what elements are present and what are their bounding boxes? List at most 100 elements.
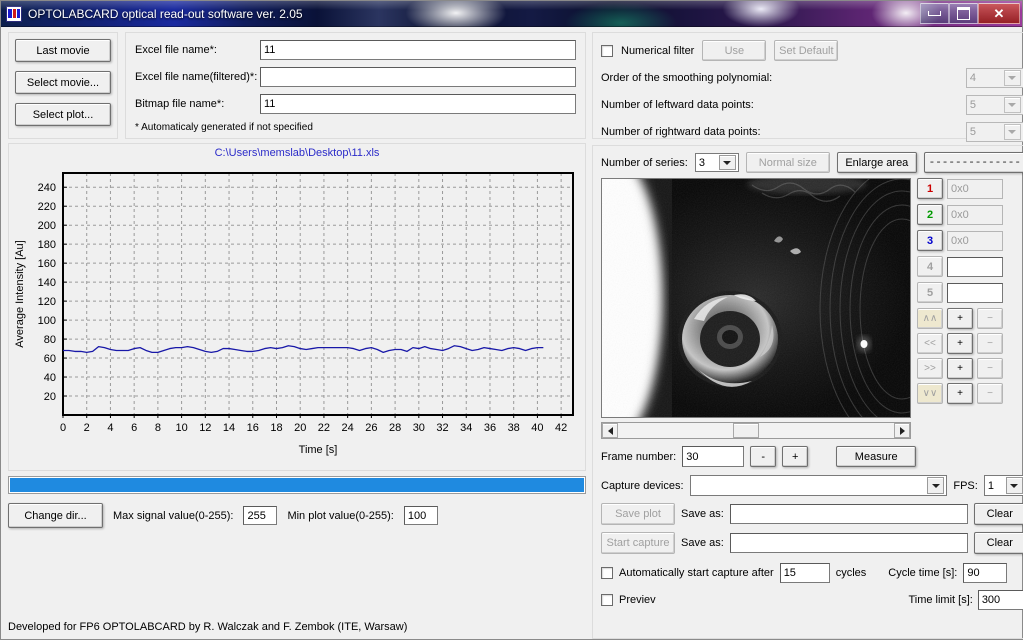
start-capture-clear-button[interactable]: Clear bbox=[973, 532, 1023, 554]
rightward-points-select[interactable]: 5 bbox=[965, 122, 1023, 142]
svg-text:38: 38 bbox=[508, 422, 520, 434]
filter-use-button[interactable]: Use bbox=[702, 40, 767, 61]
excel-file-input[interactable]: 11 bbox=[260, 40, 576, 60]
svg-text:24: 24 bbox=[342, 422, 354, 434]
series-value-3[interactable]: 0x0 bbox=[947, 230, 1003, 251]
series-nav-grid: ∧∧ + − << + − >> + − ∨∨ + − bbox=[917, 308, 1003, 404]
series-value-1[interactable]: 0x0 bbox=[947, 178, 1003, 199]
select-movie-button[interactable]: Select movie... bbox=[15, 71, 111, 94]
enlarge-area-button[interactable]: Enlarge area bbox=[836, 152, 917, 173]
save-plot-as-input[interactable] bbox=[729, 504, 968, 524]
nav-right-minus-button[interactable]: − bbox=[977, 358, 1003, 379]
series-row-1: 1 0x0 bbox=[917, 178, 1003, 199]
series-button-5[interactable]: 5 bbox=[917, 282, 943, 303]
save-plot-clear-button[interactable]: Clear bbox=[973, 503, 1023, 525]
svg-text:220: 220 bbox=[38, 201, 56, 213]
frame-plus-button[interactable]: + bbox=[782, 446, 809, 467]
svg-text:100: 100 bbox=[38, 315, 56, 327]
nav-left-button[interactable]: << bbox=[917, 333, 943, 354]
normal-size-button[interactable]: Normal size bbox=[745, 152, 830, 173]
close-button[interactable]: ✕ bbox=[978, 3, 1020, 24]
time-limit-input[interactable]: 300 bbox=[977, 590, 1023, 610]
leftward-points-row: Number of leftward data points: 5 bbox=[601, 95, 1023, 115]
progress-fill bbox=[10, 478, 584, 492]
max-signal-input[interactable]: 255 bbox=[243, 506, 278, 525]
right-column: Numerical filter Use Set Default Order o… bbox=[590, 27, 1023, 639]
movie-buttons-group: Last movie Select movie... Select plot..… bbox=[8, 32, 118, 139]
nav-up-button[interactable]: ∧∧ bbox=[917, 308, 943, 329]
window-controls: ✕ bbox=[920, 3, 1020, 24]
auto-start-checkbox[interactable] bbox=[601, 567, 613, 579]
save-plot-row: Save plot Save as: Clear bbox=[601, 503, 1023, 525]
series-row-5: 5 bbox=[917, 282, 1003, 303]
series-button-2[interactable]: 2 bbox=[917, 204, 943, 225]
svg-text:Time [s]: Time [s] bbox=[299, 444, 338, 456]
scroll-left-icon[interactable] bbox=[602, 423, 618, 438]
svg-text:180: 180 bbox=[38, 239, 56, 251]
start-capture-button[interactable]: Start capture bbox=[601, 532, 675, 554]
series-row-4: 4 bbox=[917, 256, 1003, 277]
svg-text:34: 34 bbox=[460, 422, 472, 434]
series-button-1[interactable]: 1 bbox=[917, 178, 943, 199]
svg-text:30: 30 bbox=[413, 422, 425, 434]
filter-header-row: Numerical filter Use Set Default bbox=[601, 40, 1023, 61]
frame-number-input[interactable]: 30 bbox=[682, 446, 745, 467]
auto-start-label: Automatically start capture after bbox=[619, 567, 774, 579]
cycle-time-input[interactable]: 90 bbox=[963, 563, 1008, 583]
frame-scrollbar[interactable] bbox=[601, 422, 911, 439]
svg-text:0: 0 bbox=[60, 422, 66, 434]
chevron-down-icon bbox=[1005, 477, 1023, 494]
nav-down-button[interactable]: ∨∨ bbox=[917, 383, 943, 404]
change-dir-button[interactable]: Change dir... bbox=[8, 503, 103, 528]
capture-devices-select[interactable] bbox=[689, 475, 948, 496]
scrollbar-thumb[interactable] bbox=[733, 423, 759, 438]
nav-right-plus-button[interactable]: + bbox=[947, 358, 973, 379]
nav-right-button[interactable]: >> bbox=[917, 358, 943, 379]
excel-filtered-input[interactable] bbox=[260, 67, 576, 87]
series-value-4[interactable] bbox=[947, 256, 1003, 277]
dashed-button[interactable]: -------------- bbox=[923, 152, 1023, 173]
frame-minus-button[interactable]: - bbox=[750, 446, 777, 467]
nav-down-plus-button[interactable]: + bbox=[947, 383, 973, 404]
series-button-4[interactable]: 4 bbox=[917, 256, 943, 277]
progress-wrap bbox=[8, 476, 586, 494]
series-button-3[interactable]: 3 bbox=[917, 230, 943, 251]
svg-text:240: 240 bbox=[38, 182, 56, 194]
scroll-right-icon[interactable] bbox=[894, 423, 910, 438]
window-body: Last movie Select movie... Select plot..… bbox=[1, 27, 1023, 639]
series-count-select[interactable]: 3 bbox=[694, 153, 739, 172]
minimize-button[interactable] bbox=[920, 3, 949, 24]
measure-button[interactable]: Measure bbox=[836, 446, 917, 467]
fps-select[interactable]: 1 bbox=[983, 475, 1023, 496]
leftward-points-select[interactable]: 5 bbox=[965, 95, 1023, 115]
select-plot-button[interactable]: Select plot... bbox=[15, 103, 111, 126]
video-preview[interactable] bbox=[601, 178, 911, 418]
numerical-filter-group: Numerical filter Use Set Default Order o… bbox=[592, 32, 1023, 142]
numerical-filter-checkbox[interactable] bbox=[601, 44, 613, 57]
svg-text:20: 20 bbox=[294, 422, 306, 434]
save-plot-button[interactable]: Save plot bbox=[601, 503, 675, 525]
chart-file-path: C:\Users\memslab\Desktop\11.xls bbox=[214, 147, 380, 159]
series-value-5[interactable] bbox=[947, 282, 1003, 303]
polynomial-order-row: Order of the smoothing polynomial: 4 bbox=[601, 68, 1023, 88]
nav-down-minus-button[interactable]: − bbox=[977, 383, 1003, 404]
last-movie-button[interactable]: Last movie bbox=[15, 39, 111, 62]
chevron-down-icon bbox=[1003, 97, 1021, 113]
chart-canvas[interactable]: 0 2 4 6 8 10 12 14 16 18 20 22 24 26 28 30 32 34 36 38 40 42 2… bbox=[9, 159, 585, 459]
filter-set-default-button[interactable]: Set Default bbox=[774, 40, 839, 61]
nav-left-plus-button[interactable]: + bbox=[947, 333, 973, 354]
svg-text:10: 10 bbox=[175, 422, 187, 434]
nav-left-minus-button[interactable]: − bbox=[977, 333, 1003, 354]
min-plot-input[interactable]: 100 bbox=[403, 506, 438, 525]
auto-start-cycles-input[interactable]: 15 bbox=[779, 563, 830, 583]
scrollbar-track[interactable] bbox=[618, 423, 894, 438]
preview-checkbox[interactable] bbox=[601, 594, 613, 606]
series-value-2[interactable]: 0x0 bbox=[947, 204, 1003, 225]
nav-up-plus-button[interactable]: + bbox=[947, 308, 973, 329]
bitmap-file-input[interactable]: 11 bbox=[260, 94, 576, 114]
maximize-button[interactable] bbox=[949, 3, 978, 24]
svg-text:160: 160 bbox=[38, 258, 56, 270]
nav-up-minus-button[interactable]: − bbox=[977, 308, 1003, 329]
polynomial-order-select[interactable]: 4 bbox=[965, 68, 1023, 88]
start-capture-as-input[interactable] bbox=[729, 533, 968, 553]
